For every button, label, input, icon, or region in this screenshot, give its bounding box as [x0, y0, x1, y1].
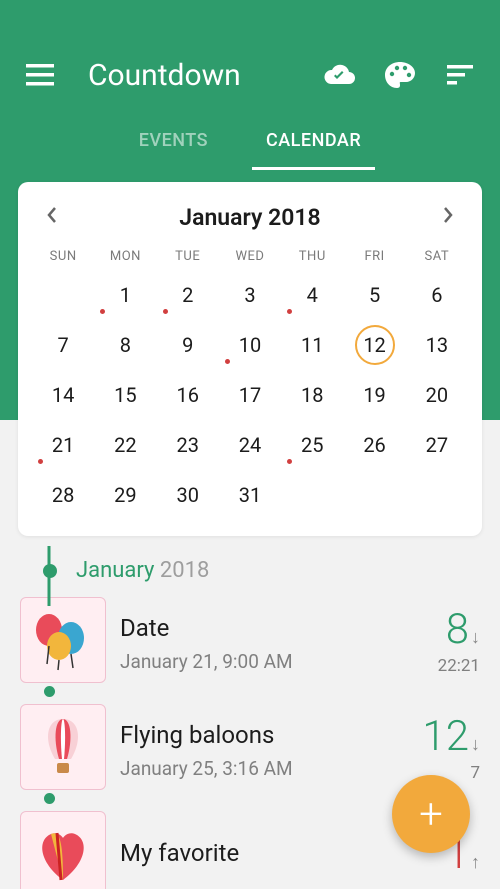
event-datetime: January 25, 3:16 AM	[120, 757, 416, 780]
day-cell[interactable]: 30	[157, 472, 219, 518]
day-cell[interactable]: 15	[94, 372, 156, 418]
day-cell[interactable]: 26	[343, 422, 405, 468]
day-cell[interactable]: 24	[219, 422, 281, 468]
day-cell[interactable]: 25	[281, 422, 343, 468]
day-cell[interactable]: 16	[157, 372, 219, 418]
timeline-dot-icon	[44, 793, 55, 804]
top-bar: Countdown	[0, 0, 500, 110]
plus-icon: +	[419, 790, 443, 839]
timeline-year: 2018	[160, 558, 209, 583]
event-name: Flying baloons	[120, 721, 416, 749]
day-cell[interactable]: 13	[406, 322, 468, 368]
day-of-week-row: SUNMONTUEWEDTHUFRISAT	[32, 245, 468, 272]
countdown-sub: 22:21	[438, 656, 480, 676]
dow-label: WED	[219, 249, 281, 264]
day-cell	[343, 472, 405, 518]
day-cell[interactable]: 8	[94, 322, 156, 368]
day-cell[interactable]: 23	[157, 422, 219, 468]
event-dot-icon	[100, 309, 105, 314]
day-cell[interactable]: 29	[94, 472, 156, 518]
event-row[interactable]: Date January 21, 9:00 AM 8↓ 22:21	[0, 597, 500, 683]
day-cell[interactable]: 17	[219, 372, 281, 418]
day-cell[interactable]: 28	[32, 472, 94, 518]
day-cell[interactable]: 19	[343, 372, 405, 418]
day-cell[interactable]: 21	[32, 422, 94, 468]
event-dot-icon	[163, 309, 168, 314]
cloud-sync-icon[interactable]	[320, 55, 360, 95]
calendar-header: January 2018	[32, 204, 468, 245]
day-cell[interactable]: 10	[219, 322, 281, 368]
day-cell[interactable]: 2	[157, 272, 219, 318]
event-datetime: January 21, 9:00 AM	[120, 650, 432, 673]
timeline-dot-icon	[43, 564, 57, 578]
tab-calendar[interactable]: CALENDAR	[252, 120, 375, 170]
countdown-sub: 7	[470, 763, 480, 783]
direction-icon: ↓	[471, 627, 480, 648]
dow-label: THU	[281, 249, 343, 264]
day-cell[interactable]: 5	[343, 272, 405, 318]
event-icon	[20, 811, 106, 889]
day-cell[interactable]: 6	[406, 272, 468, 318]
day-cell[interactable]: 31	[219, 472, 281, 518]
prev-month-icon[interactable]	[38, 206, 66, 229]
direction-icon: ↑	[471, 852, 480, 873]
tab-events[interactable]: EVENTS	[125, 120, 222, 170]
sort-icon[interactable]	[440, 55, 480, 95]
day-cell[interactable]: 14	[32, 372, 94, 418]
event-dot-icon	[225, 359, 230, 364]
day-cell	[406, 472, 468, 518]
dow-label: MON	[94, 249, 156, 264]
palette-icon[interactable]	[380, 55, 420, 95]
add-event-button[interactable]: +	[392, 775, 470, 853]
day-cell[interactable]: 27	[406, 422, 468, 468]
menu-icon[interactable]	[20, 55, 60, 95]
day-cell[interactable]: 9	[157, 322, 219, 368]
day-cell	[281, 472, 343, 518]
timeline-month-label: January 2018	[76, 558, 209, 583]
countdown-number: 12	[422, 712, 469, 761]
dow-label: FRI	[343, 249, 405, 264]
timeline-month: January	[76, 558, 154, 583]
day-cell[interactable]: 20	[406, 372, 468, 418]
calendar-card: January 2018 SUNMONTUEWEDTHUFRISAT 12345…	[18, 182, 482, 536]
timeline-month-header: January 2018	[0, 558, 500, 593]
tabs: EVENTS CALENDAR	[0, 110, 500, 170]
day-cell[interactable]: 1	[94, 272, 156, 318]
day-cell[interactable]: 7	[32, 322, 94, 368]
day-cell[interactable]: 4	[281, 272, 343, 318]
dow-label: SAT	[406, 249, 468, 264]
dow-label: SUN	[32, 249, 94, 264]
day-cell[interactable]: 11	[281, 322, 343, 368]
day-cell[interactable]: 12	[343, 322, 405, 368]
event-icon	[20, 704, 106, 790]
event-icon	[20, 597, 106, 683]
dow-label: TUE	[157, 249, 219, 264]
next-month-icon[interactable]	[434, 206, 462, 229]
day-cell[interactable]: 22	[94, 422, 156, 468]
direction-icon: ↓	[471, 734, 480, 755]
countdown-number: 8	[446, 605, 469, 654]
event-dot-icon	[287, 459, 292, 464]
days-grid: 1234567891011121314151617181920212223242…	[32, 272, 468, 518]
day-cell	[32, 272, 94, 318]
event-dot-icon	[38, 459, 43, 464]
event-name: My favorite	[120, 839, 440, 867]
page-title: Countdown	[88, 58, 241, 93]
event-name: Date	[120, 614, 432, 642]
timeline-dot-icon	[44, 686, 55, 697]
event-dot-icon	[287, 309, 292, 314]
day-cell[interactable]: 3	[219, 272, 281, 318]
day-cell[interactable]: 18	[281, 372, 343, 418]
calendar-title: January 2018	[179, 204, 320, 231]
